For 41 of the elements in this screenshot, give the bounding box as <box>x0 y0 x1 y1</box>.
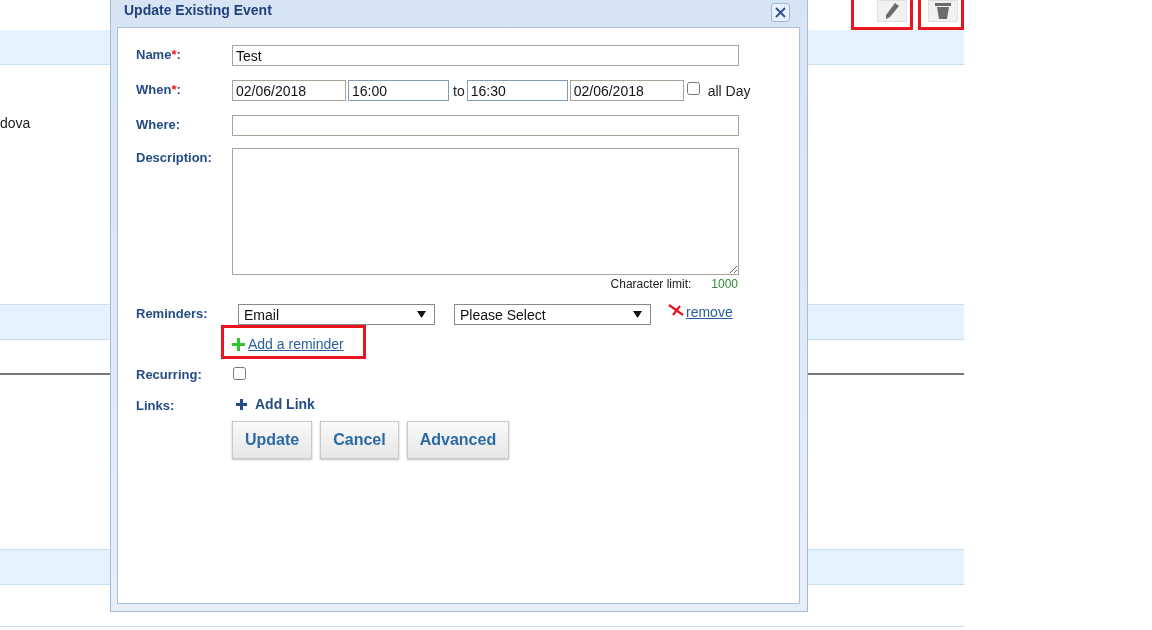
caret-icon <box>633 311 642 318</box>
trash-icon <box>935 3 951 19</box>
add-link-button[interactable]: Add Link <box>236 396 315 412</box>
all-day-checkbox[interactable] <box>686 82 700 95</box>
field-label: Reminders: <box>136 305 209 321</box>
plus-icon <box>232 337 245 351</box>
table-cell-text: dova <box>0 114 31 133</box>
method-select[interactable]: Email <box>238 304 435 325</box>
close-icon <box>775 7 786 18</box>
dialog-title: Update Existing Event <box>124 1 272 18</box>
close-button[interactable] <box>771 3 790 22</box>
recurring-checkbox[interactable] <box>233 367 246 380</box>
edit-button[interactable] <box>877 0 907 22</box>
field-label: Description: <box>136 149 213 165</box>
to-label: to <box>453 83 465 99</box>
field-label: Recurring: <box>136 366 203 382</box>
character-limit-label: Character limit: <box>610 277 692 291</box>
date-field[interactable]: 02/06/2018 <box>232 80 346 101</box>
remove-link[interactable]: remove <box>686 304 733 320</box>
where-field[interactable] <box>232 115 739 136</box>
field-label: Links: <box>136 397 176 413</box>
plus-icon <box>236 398 247 410</box>
checkbox-label: all Day <box>707 83 751 99</box>
field-label: Where: <box>136 116 182 132</box>
field-label: When*: <box>136 81 182 97</box>
cross-icon <box>668 304 684 316</box>
time-field[interactable]: 16:30 <box>466 80 568 101</box>
name-field[interactable]: Test <box>232 45 739 66</box>
pencil-icon <box>885 3 899 19</box>
dialog-button[interactable]: Update <box>232 421 313 459</box>
dialog-button[interactable]: Advanced <box>406 421 510 459</box>
character-limit-value: 1000 <box>711 277 738 291</box>
caret-icon <box>417 311 426 318</box>
description-field[interactable] <box>232 148 739 275</box>
time-select[interactable]: Please Select <box>454 304 651 325</box>
add-reminder-link[interactable]: Add a reminder <box>248 336 344 352</box>
field-label: Name*: <box>136 46 182 62</box>
dialog-button[interactable]: Cancel <box>320 421 399 459</box>
date-field[interactable]: 02/06/2018 <box>569 80 684 101</box>
delete-button[interactable] <box>928 0 958 22</box>
time-field[interactable]: 16:00 <box>348 80 449 101</box>
